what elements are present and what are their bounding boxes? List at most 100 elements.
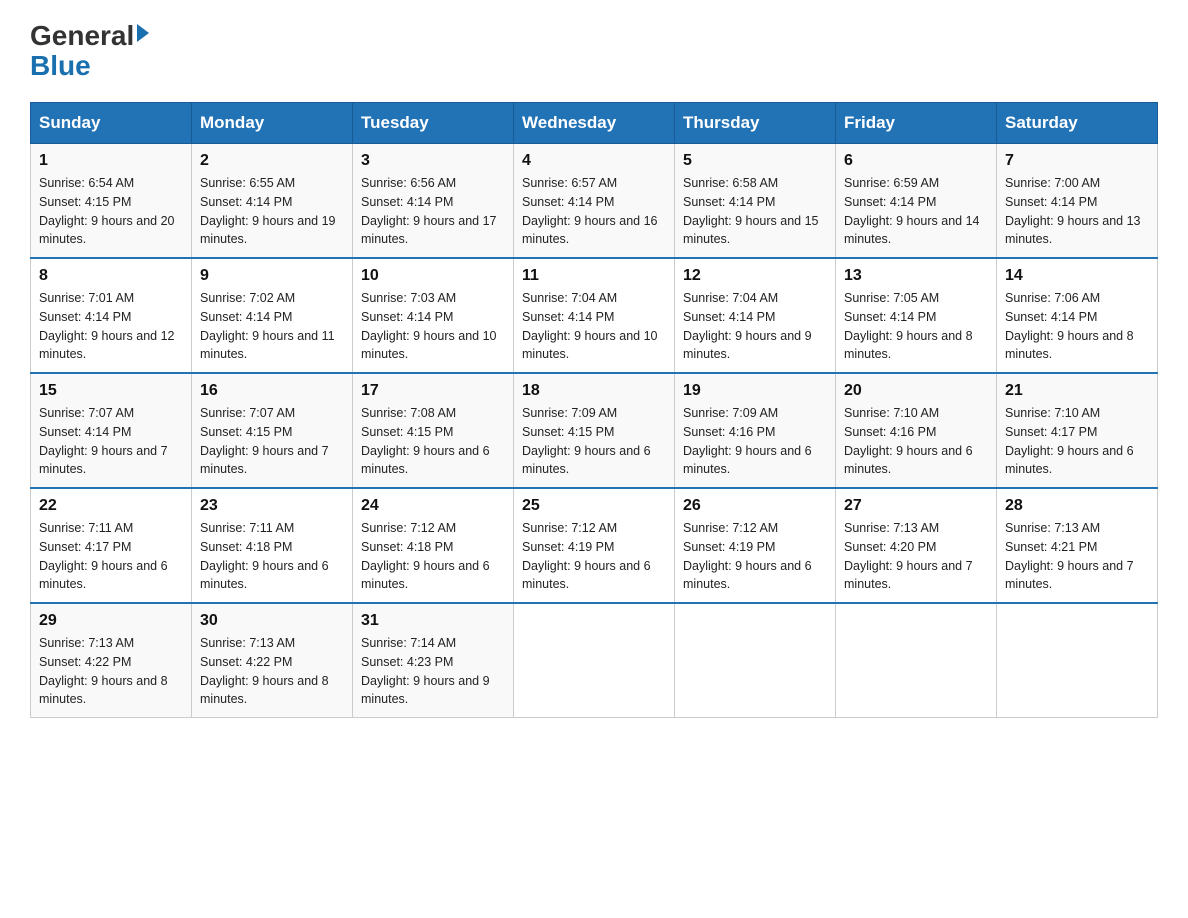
day-info: Sunrise: 7:11 AM Sunset: 4:18 PM Dayligh… (200, 519, 344, 594)
day-info: Sunrise: 7:01 AM Sunset: 4:14 PM Dayligh… (39, 289, 183, 364)
day-number: 30 (200, 612, 344, 630)
day-number: 29 (39, 612, 183, 630)
calendar-week-row: 22 Sunrise: 7:11 AM Sunset: 4:17 PM Dayl… (31, 488, 1158, 603)
col-sunday: Sunday (31, 103, 192, 144)
calendar-cell: 10 Sunrise: 7:03 AM Sunset: 4:14 PM Dayl… (353, 258, 514, 373)
calendar-cell: 30 Sunrise: 7:13 AM Sunset: 4:22 PM Dayl… (192, 603, 353, 718)
calendar-cell: 2 Sunrise: 6:55 AM Sunset: 4:14 PM Dayli… (192, 144, 353, 259)
day-number: 1 (39, 152, 183, 170)
day-number: 28 (1005, 497, 1149, 515)
day-number: 18 (522, 382, 666, 400)
day-info: Sunrise: 7:14 AM Sunset: 4:23 PM Dayligh… (361, 634, 505, 709)
calendar-cell: 18 Sunrise: 7:09 AM Sunset: 4:15 PM Dayl… (514, 373, 675, 488)
calendar-cell: 6 Sunrise: 6:59 AM Sunset: 4:14 PM Dayli… (836, 144, 997, 259)
day-number: 20 (844, 382, 988, 400)
calendar-cell: 4 Sunrise: 6:57 AM Sunset: 4:14 PM Dayli… (514, 144, 675, 259)
calendar-week-row: 8 Sunrise: 7:01 AM Sunset: 4:14 PM Dayli… (31, 258, 1158, 373)
day-info: Sunrise: 7:13 AM Sunset: 4:22 PM Dayligh… (39, 634, 183, 709)
calendar-week-row: 1 Sunrise: 6:54 AM Sunset: 4:15 PM Dayli… (31, 144, 1158, 259)
day-info: Sunrise: 6:58 AM Sunset: 4:14 PM Dayligh… (683, 174, 827, 249)
day-number: 27 (844, 497, 988, 515)
calendar-cell: 11 Sunrise: 7:04 AM Sunset: 4:14 PM Dayl… (514, 258, 675, 373)
calendar-cell: 17 Sunrise: 7:08 AM Sunset: 4:15 PM Dayl… (353, 373, 514, 488)
calendar-cell: 1 Sunrise: 6:54 AM Sunset: 4:15 PM Dayli… (31, 144, 192, 259)
day-number: 14 (1005, 267, 1149, 285)
day-number: 23 (200, 497, 344, 515)
calendar-cell (514, 603, 675, 718)
day-info: Sunrise: 6:59 AM Sunset: 4:14 PM Dayligh… (844, 174, 988, 249)
calendar-table: Sunday Monday Tuesday Wednesday Thursday… (30, 102, 1158, 718)
day-info: Sunrise: 6:55 AM Sunset: 4:14 PM Dayligh… (200, 174, 344, 249)
day-number: 11 (522, 267, 666, 285)
calendar-cell: 20 Sunrise: 7:10 AM Sunset: 4:16 PM Dayl… (836, 373, 997, 488)
calendar-cell: 28 Sunrise: 7:13 AM Sunset: 4:21 PM Dayl… (997, 488, 1158, 603)
calendar-cell: 22 Sunrise: 7:11 AM Sunset: 4:17 PM Dayl… (31, 488, 192, 603)
day-info: Sunrise: 7:13 AM Sunset: 4:20 PM Dayligh… (844, 519, 988, 594)
col-friday: Friday (836, 103, 997, 144)
day-info: Sunrise: 7:09 AM Sunset: 4:16 PM Dayligh… (683, 404, 827, 479)
day-info: Sunrise: 7:00 AM Sunset: 4:14 PM Dayligh… (1005, 174, 1149, 249)
day-info: Sunrise: 7:06 AM Sunset: 4:14 PM Dayligh… (1005, 289, 1149, 364)
day-info: Sunrise: 7:13 AM Sunset: 4:21 PM Dayligh… (1005, 519, 1149, 594)
day-number: 19 (683, 382, 827, 400)
col-saturday: Saturday (997, 103, 1158, 144)
day-info: Sunrise: 7:10 AM Sunset: 4:17 PM Dayligh… (1005, 404, 1149, 479)
header: General Blue (30, 20, 1158, 82)
day-info: Sunrise: 7:12 AM Sunset: 4:19 PM Dayligh… (683, 519, 827, 594)
calendar-cell: 12 Sunrise: 7:04 AM Sunset: 4:14 PM Dayl… (675, 258, 836, 373)
day-number: 21 (1005, 382, 1149, 400)
calendar-cell (997, 603, 1158, 718)
calendar-cell: 27 Sunrise: 7:13 AM Sunset: 4:20 PM Dayl… (836, 488, 997, 603)
calendar-cell (836, 603, 997, 718)
calendar-cell: 3 Sunrise: 6:56 AM Sunset: 4:14 PM Dayli… (353, 144, 514, 259)
day-info: Sunrise: 7:04 AM Sunset: 4:14 PM Dayligh… (683, 289, 827, 364)
calendar-header-row: Sunday Monday Tuesday Wednesday Thursday… (31, 103, 1158, 144)
day-number: 15 (39, 382, 183, 400)
day-number: 13 (844, 267, 988, 285)
day-info: Sunrise: 7:09 AM Sunset: 4:15 PM Dayligh… (522, 404, 666, 479)
day-info: Sunrise: 6:54 AM Sunset: 4:15 PM Dayligh… (39, 174, 183, 249)
calendar-cell: 13 Sunrise: 7:05 AM Sunset: 4:14 PM Dayl… (836, 258, 997, 373)
day-number: 5 (683, 152, 827, 170)
day-number: 12 (683, 267, 827, 285)
calendar-cell: 25 Sunrise: 7:12 AM Sunset: 4:19 PM Dayl… (514, 488, 675, 603)
col-tuesday: Tuesday (353, 103, 514, 144)
day-info: Sunrise: 7:08 AM Sunset: 4:15 PM Dayligh… (361, 404, 505, 479)
day-number: 3 (361, 152, 505, 170)
day-number: 4 (522, 152, 666, 170)
col-wednesday: Wednesday (514, 103, 675, 144)
day-number: 2 (200, 152, 344, 170)
calendar-cell: 9 Sunrise: 7:02 AM Sunset: 4:14 PM Dayli… (192, 258, 353, 373)
day-info: Sunrise: 7:05 AM Sunset: 4:14 PM Dayligh… (844, 289, 988, 364)
logo-blue: Blue (30, 50, 91, 81)
calendar-cell: 8 Sunrise: 7:01 AM Sunset: 4:14 PM Dayli… (31, 258, 192, 373)
day-number: 9 (200, 267, 344, 285)
calendar-cell: 16 Sunrise: 7:07 AM Sunset: 4:15 PM Dayl… (192, 373, 353, 488)
calendar-cell: 26 Sunrise: 7:12 AM Sunset: 4:19 PM Dayl… (675, 488, 836, 603)
day-info: Sunrise: 7:02 AM Sunset: 4:14 PM Dayligh… (200, 289, 344, 364)
logo: General Blue (30, 20, 149, 82)
calendar-cell: 29 Sunrise: 7:13 AM Sunset: 4:22 PM Dayl… (31, 603, 192, 718)
day-number: 26 (683, 497, 827, 515)
calendar-cell (675, 603, 836, 718)
logo-row: General (30, 20, 149, 52)
logo-blue-row: Blue (30, 50, 91, 82)
day-info: Sunrise: 7:11 AM Sunset: 4:17 PM Dayligh… (39, 519, 183, 594)
day-number: 7 (1005, 152, 1149, 170)
day-info: Sunrise: 7:04 AM Sunset: 4:14 PM Dayligh… (522, 289, 666, 364)
day-number: 31 (361, 612, 505, 630)
calendar-body: 1 Sunrise: 6:54 AM Sunset: 4:15 PM Dayli… (31, 144, 1158, 718)
calendar-cell: 23 Sunrise: 7:11 AM Sunset: 4:18 PM Dayl… (192, 488, 353, 603)
calendar-cell: 14 Sunrise: 7:06 AM Sunset: 4:14 PM Dayl… (997, 258, 1158, 373)
calendar-week-row: 29 Sunrise: 7:13 AM Sunset: 4:22 PM Dayl… (31, 603, 1158, 718)
day-number: 22 (39, 497, 183, 515)
calendar-cell: 31 Sunrise: 7:14 AM Sunset: 4:23 PM Dayl… (353, 603, 514, 718)
day-info: Sunrise: 7:07 AM Sunset: 4:15 PM Dayligh… (200, 404, 344, 479)
logo-arrow-icon (137, 24, 149, 42)
calendar-week-row: 15 Sunrise: 7:07 AM Sunset: 4:14 PM Dayl… (31, 373, 1158, 488)
calendar-cell: 24 Sunrise: 7:12 AM Sunset: 4:18 PM Dayl… (353, 488, 514, 603)
day-info: Sunrise: 7:07 AM Sunset: 4:14 PM Dayligh… (39, 404, 183, 479)
logo-general: General (30, 20, 134, 52)
day-number: 25 (522, 497, 666, 515)
day-info: Sunrise: 7:10 AM Sunset: 4:16 PM Dayligh… (844, 404, 988, 479)
